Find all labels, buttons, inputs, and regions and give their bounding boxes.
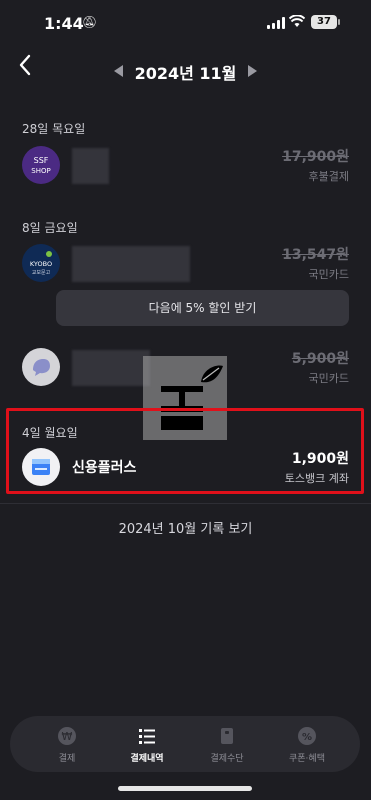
- percent-icon: %: [297, 726, 317, 746]
- price-amount: 5,900원: [291, 351, 349, 367]
- price-amount: 1,900원: [291, 451, 349, 467]
- merchant-name: 신용플러스: [72, 460, 137, 476]
- list-icon: [137, 726, 157, 746]
- bottom-tab-bar: ₩ 결제 결제내역 결제수단 % 쿠폰·혜택: [10, 716, 360, 772]
- svg-text:₩: ₩: [62, 730, 73, 743]
- day-label: 8일 금요일: [22, 221, 78, 235]
- credit-plus-logo: [22, 448, 60, 486]
- battery-tip: [338, 19, 340, 25]
- wifi-icon: [288, 14, 306, 32]
- price-amount: 17,900원: [282, 149, 349, 165]
- svg-text:SSF: SSF: [34, 156, 49, 165]
- status-bar: 1:44 🔕︎ 37: [0, 0, 371, 46]
- payment-method: 토스뱅크 계좌: [284, 472, 349, 485]
- ssf-shop-logo: SSF SHOP: [22, 146, 60, 184]
- day-label: 4일 월요일: [22, 426, 78, 440]
- tab-history[interactable]: 결제내역: [108, 716, 186, 772]
- discount-button[interactable]: 다음에 5% 할인 받기: [56, 290, 349, 326]
- svg-text:SHOP: SHOP: [31, 167, 50, 175]
- transaction-row[interactable]: KYOBO 교보문고 13,547원 국민카드: [0, 242, 371, 286]
- price-amount: 13,547원: [282, 247, 349, 263]
- payment-method: 후불결제: [308, 170, 349, 183]
- tab-label: 쿠폰·혜택: [289, 754, 325, 764]
- tab-coupon-benefit[interactable]: % 쿠폰·혜택: [268, 716, 346, 772]
- svg-text:교보문고: 교보문고: [32, 270, 51, 276]
- bell-muted-icon: 🔕︎: [82, 15, 98, 29]
- payment-method: 국민카드: [308, 268, 349, 281]
- card-icon: [217, 726, 237, 746]
- month-navigator: 2024년 11월: [0, 58, 371, 86]
- previous-month-history-link[interactable]: 2024년 10월 기록 보기: [0, 518, 371, 537]
- battery-icon: 37: [311, 15, 337, 29]
- month-title: 2024년 11월: [134, 64, 237, 83]
- svg-text:%: %: [302, 732, 312, 743]
- tab-label: 결제: [58, 754, 76, 764]
- svg-text:KYOBO: KYOBO: [30, 260, 52, 268]
- kyobo-logo: KYOBO 교보문고: [22, 244, 60, 282]
- tab-payment[interactable]: ₩ 결제: [28, 716, 106, 772]
- day-label: 28일 목요일: [22, 122, 86, 136]
- tab-label: 결제내역: [130, 754, 164, 764]
- merchant-chat-logo: [22, 348, 60, 386]
- next-month-icon[interactable]: [248, 65, 257, 77]
- tab-label: 결제수단: [210, 754, 244, 764]
- merchant-name-redacted: [72, 246, 190, 282]
- signal-icon: [267, 17, 285, 29]
- tab-payment-method[interactable]: 결제수단: [188, 716, 266, 772]
- divider: [0, 503, 371, 504]
- transaction-row[interactable]: 신용플러스 1,900원 토스뱅크 계좌: [0, 446, 371, 490]
- merchant-name-redacted: [72, 350, 150, 386]
- transaction-row[interactable]: SSF SHOP 17,900원 후불결제: [0, 144, 371, 188]
- merchant-name-redacted: [72, 148, 109, 184]
- won-icon: ₩: [57, 726, 77, 746]
- status-time: 1:44: [44, 14, 84, 33]
- home-indicator: [118, 786, 252, 791]
- payment-method: 국민카드: [308, 372, 349, 385]
